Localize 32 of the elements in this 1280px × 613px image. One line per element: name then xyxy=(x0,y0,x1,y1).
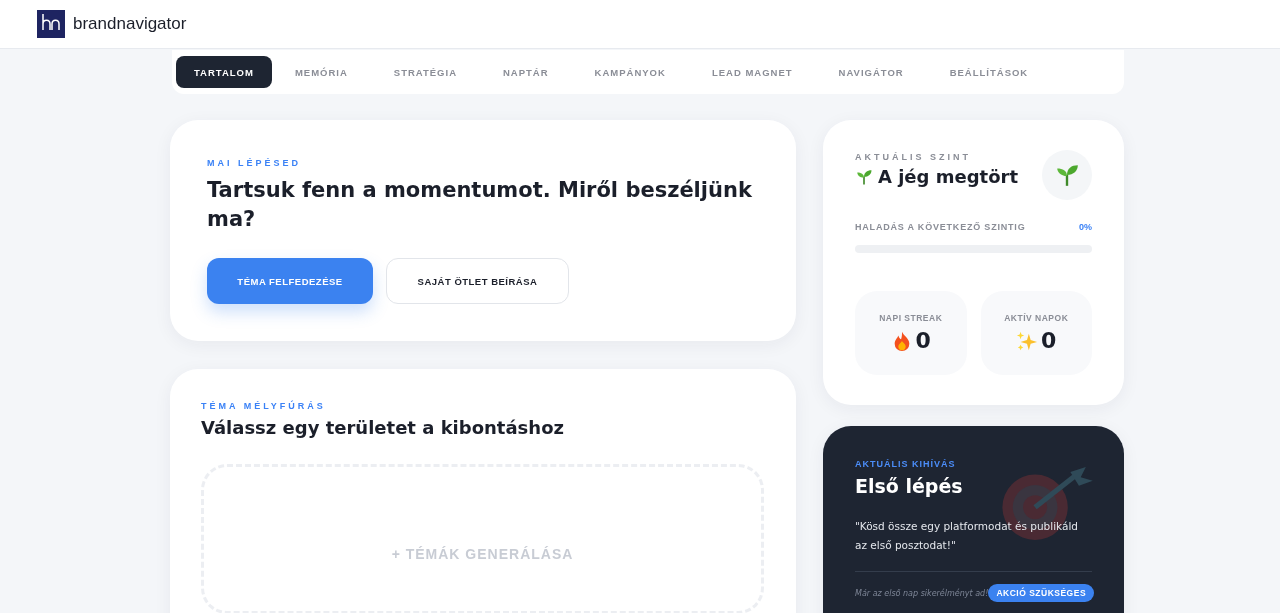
nav-tab[interactable]: STRATÉGIA xyxy=(370,56,480,88)
brand-name[interactable]: brandnavigator xyxy=(73,14,187,34)
status-badge: AKCIÓ SZÜKSÉGES xyxy=(988,584,1095,602)
stat-value: 0 xyxy=(1041,328,1057,353)
sprout-icon xyxy=(1054,162,1080,188)
section-eyebrow: AKTUÁLIS KIHÍVÁS xyxy=(855,459,957,469)
nav-tab[interactable]: MEMÓRIA xyxy=(271,56,371,88)
nav-tab[interactable]: TARTALOM xyxy=(176,56,272,88)
card-title: Válassz egy területet a kibontáshoz xyxy=(201,417,565,438)
challenge-note: Már az első nap sikerélményt ad! xyxy=(855,588,989,598)
challenge-title: Első lépés xyxy=(855,475,964,497)
own-idea-button[interactable]: SAJÁT ÖTLET BEÍRÁSA xyxy=(386,258,569,304)
logo-icon[interactable] xyxy=(37,10,65,38)
card-title: Tartsuk fenn a momentumot. Miről beszéljünk ma? xyxy=(207,177,753,233)
nav-tab[interactable]: LEAD MAGNET xyxy=(688,56,816,88)
section-eyebrow: TÉMA MÉLYFÚRÁS xyxy=(201,401,327,411)
progress-value: 0% xyxy=(1079,222,1092,232)
explore-button[interactable]: TÉMA FELFEDEZÉSE xyxy=(207,258,373,304)
nav-tab[interactable]: KAMPÁNYOK xyxy=(571,56,689,88)
nav-tab[interactable]: NAPTÁR xyxy=(480,56,572,88)
stat-label: AKTÍV NAPOK xyxy=(1004,313,1069,323)
level-name: A jég megtört xyxy=(878,166,1019,187)
progress-label: HALADÁS A KÖVETKEZŐ SZINTIG xyxy=(855,222,1026,232)
section-eyebrow: AKTUÁLIS SZINT xyxy=(855,152,972,162)
section-eyebrow: MAI LÉPÉSED xyxy=(207,158,302,168)
sprout-icon xyxy=(855,167,873,186)
nav-tab[interactable]: NAVIGÁTOR xyxy=(815,56,927,88)
stat-label: NAPI STREAK xyxy=(879,313,943,323)
nav-tab[interactable]: BEÁLLÍTÁSOK xyxy=(926,56,1052,88)
sparkles-icon xyxy=(1016,329,1039,352)
stat-value: 0 xyxy=(915,328,931,353)
challenge-quote: "Kösd össze egy platformodat és publikáld az első posztodat!" xyxy=(855,519,1080,553)
